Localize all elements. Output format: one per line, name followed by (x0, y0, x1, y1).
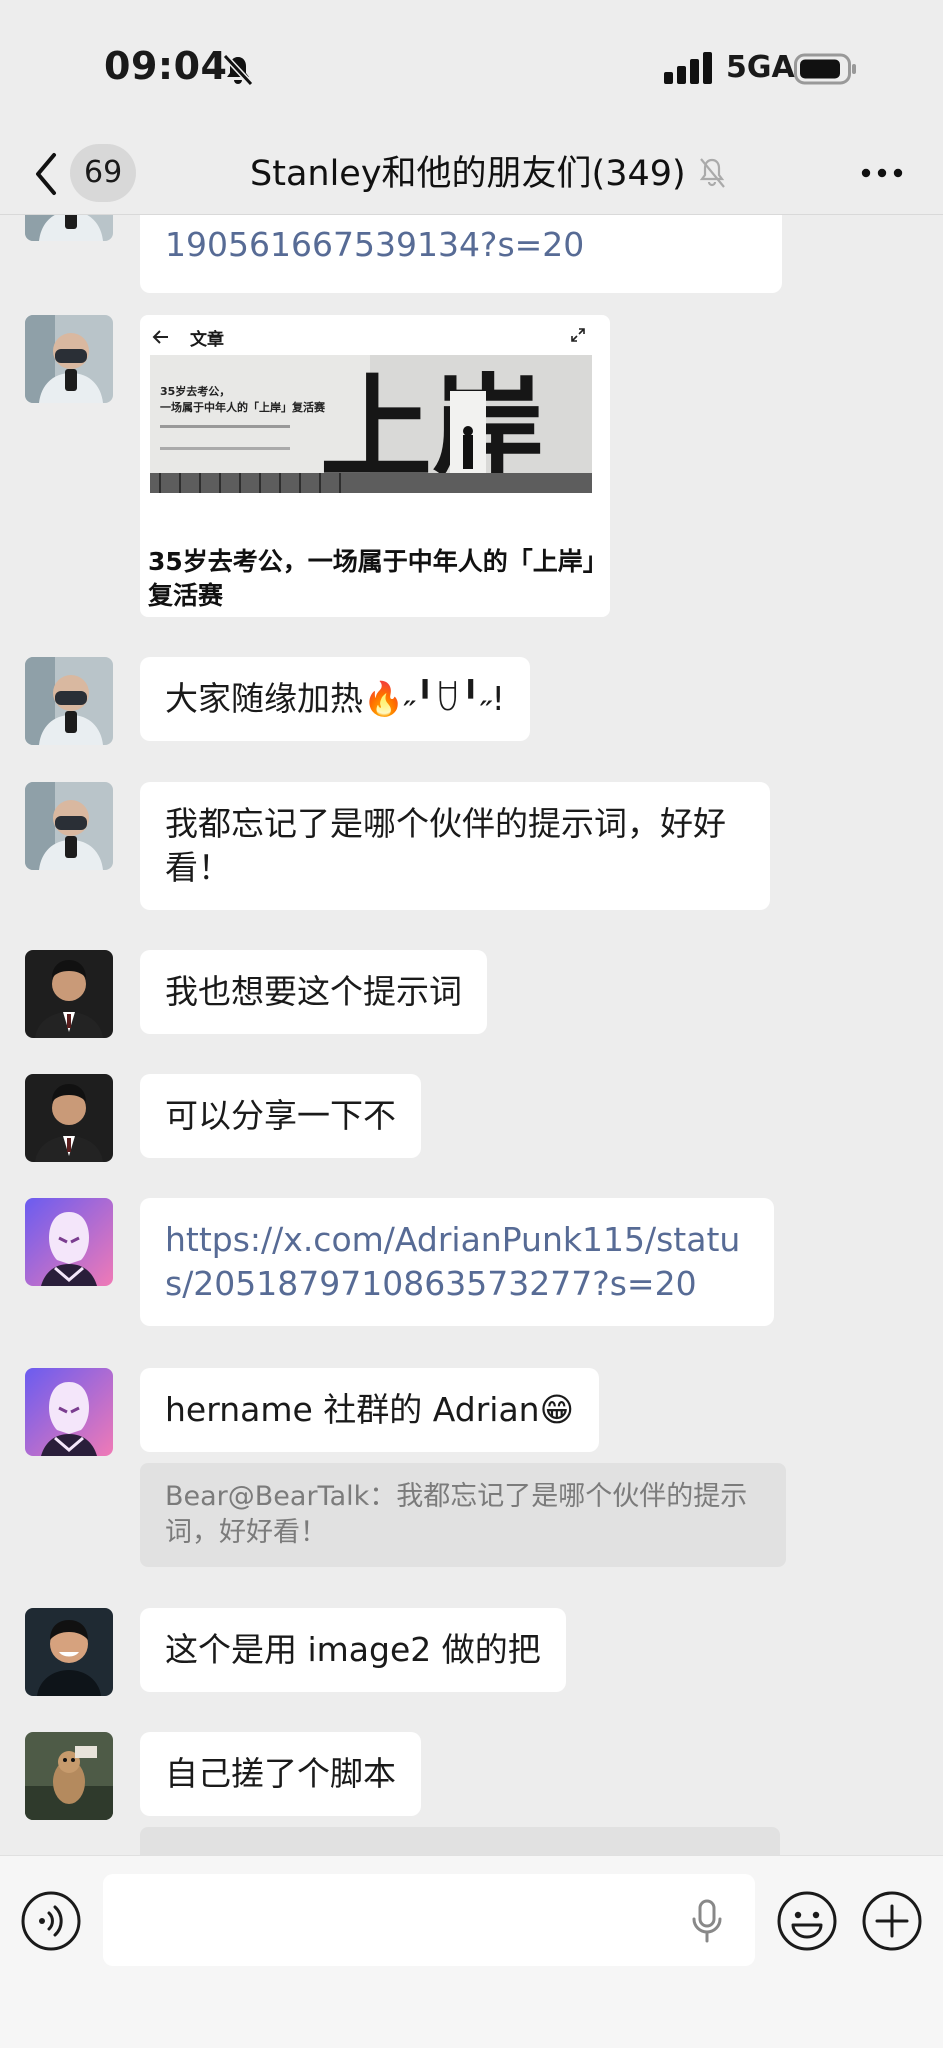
message-text: 可以分享一下不 (165, 1096, 396, 1135)
avatar[interactable] (25, 782, 113, 870)
status-bar: 09:04 5GA (0, 0, 943, 135)
message-bubble[interactable]: hername 社群的 Adrian😁 (140, 1368, 599, 1452)
page-title: Stanley和他的朋友们(349) (250, 154, 686, 194)
article-title[interactable]: 35岁去考公，一场属于中年人的「上岸」复活赛 (148, 545, 598, 613)
quoted-message[interactable] (140, 1827, 780, 1855)
message-input[interactable] (103, 1874, 755, 1966)
signal-icon (664, 52, 712, 84)
quoted-message[interactable]: Bear@BearTalk：我都忘记了是哪个伙伴的提示词，好好看！ (140, 1463, 786, 1567)
avatar[interactable] (25, 1074, 113, 1162)
message-bubble[interactable]: 自己搓了个脚本 (140, 1732, 421, 1816)
avatar[interactable] (25, 1368, 113, 1456)
message-bubble[interactable]: 我都忘记了是哪个伙伴的提示词，好好看！ (140, 782, 770, 910)
message-bubble[interactable]: https://x.com/AdrianPunk115/status/20518… (140, 1198, 774, 1326)
arrow-left-icon (152, 330, 168, 344)
hero-line-2: 一场属于中年人的「上岸」复活赛 (160, 400, 326, 414)
link-text[interactable]: 190561667539134?s=20 (165, 225, 584, 264)
avatar[interactable] (25, 1198, 113, 1286)
message-bubble[interactable]: 190561667539134?s=20 (140, 215, 782, 293)
hero-line-1: 35岁去考公， (160, 384, 230, 398)
mute-icon (699, 158, 725, 188)
mic-icon[interactable] (690, 1898, 724, 1944)
avatar[interactable] (25, 315, 113, 403)
article-card[interactable]: 文章 35岁去考公， 一场属于中年人的「上岸」复活赛 上岸 35岁去考公，一场属… (140, 315, 610, 617)
chat-screen: 09:04 5GA 69 Stanley和他的朋友们(349) 19056166… (0, 0, 943, 2048)
network-label: 5GA (726, 50, 795, 85)
message-list[interactable]: 190561667539134?s=20 文章 35岁去考公， 一场属于中年人的… (0, 215, 943, 1855)
quote-text: Bear@BearTalk：我都忘记了是哪个伙伴的提示词，好好看！ (165, 1481, 748, 1548)
input-bar (0, 1855, 943, 2048)
status-time: 09:04 (104, 44, 228, 88)
message-text: 这个是用 image2 做的把 (165, 1630, 541, 1669)
avatar[interactable] (25, 1608, 113, 1696)
link-text[interactable]: https://x.com/AdrianPunk115/status/20518… (165, 1220, 740, 1303)
avatar[interactable] (25, 657, 113, 745)
avatar[interactable] (25, 950, 113, 1038)
message-text: hername 社群的 Adrian😁 (165, 1390, 574, 1429)
message-text: 我都忘记了是哪个伙伴的提示词，好好看！ (165, 804, 726, 887)
more-icon[interactable] (860, 163, 904, 183)
message-text: 大家随缘加热🔥˶╹ꇴ╹˶! (165, 679, 505, 718)
message-bubble[interactable]: 我也想要这个提示词 (140, 950, 487, 1034)
message-bubble[interactable]: 这个是用 image2 做的把 (140, 1608, 566, 1692)
message-text: 我也想要这个提示词 (165, 972, 462, 1011)
voice-icon[interactable] (20, 1890, 82, 1952)
bell-slash-icon (222, 53, 254, 87)
expand-icon (571, 328, 585, 342)
message-bubble[interactable]: 大家随缘加热🔥˶╹ꇴ╹˶! (140, 657, 530, 741)
battery-icon (794, 53, 856, 85)
avatar[interactable] (25, 215, 113, 241)
emoji-icon[interactable] (776, 1890, 838, 1952)
avatar[interactable] (25, 1732, 113, 1820)
message-text: 自己搓了个脚本 (165, 1754, 396, 1793)
card-header: 文章 (150, 325, 600, 350)
nav-bar: 69 Stanley和他的朋友们(349) (0, 135, 943, 215)
unread-badge[interactable]: 69 (70, 144, 137, 202)
plus-icon[interactable] (861, 1890, 923, 1952)
message-bubble[interactable]: 可以分享一下不 (140, 1074, 421, 1158)
back-icon[interactable] (30, 149, 62, 199)
card-label: 文章 (190, 330, 224, 350)
article-hero-image: 35岁去考公， 一场属于中年人的「上岸」复活赛 上岸 (150, 355, 592, 493)
